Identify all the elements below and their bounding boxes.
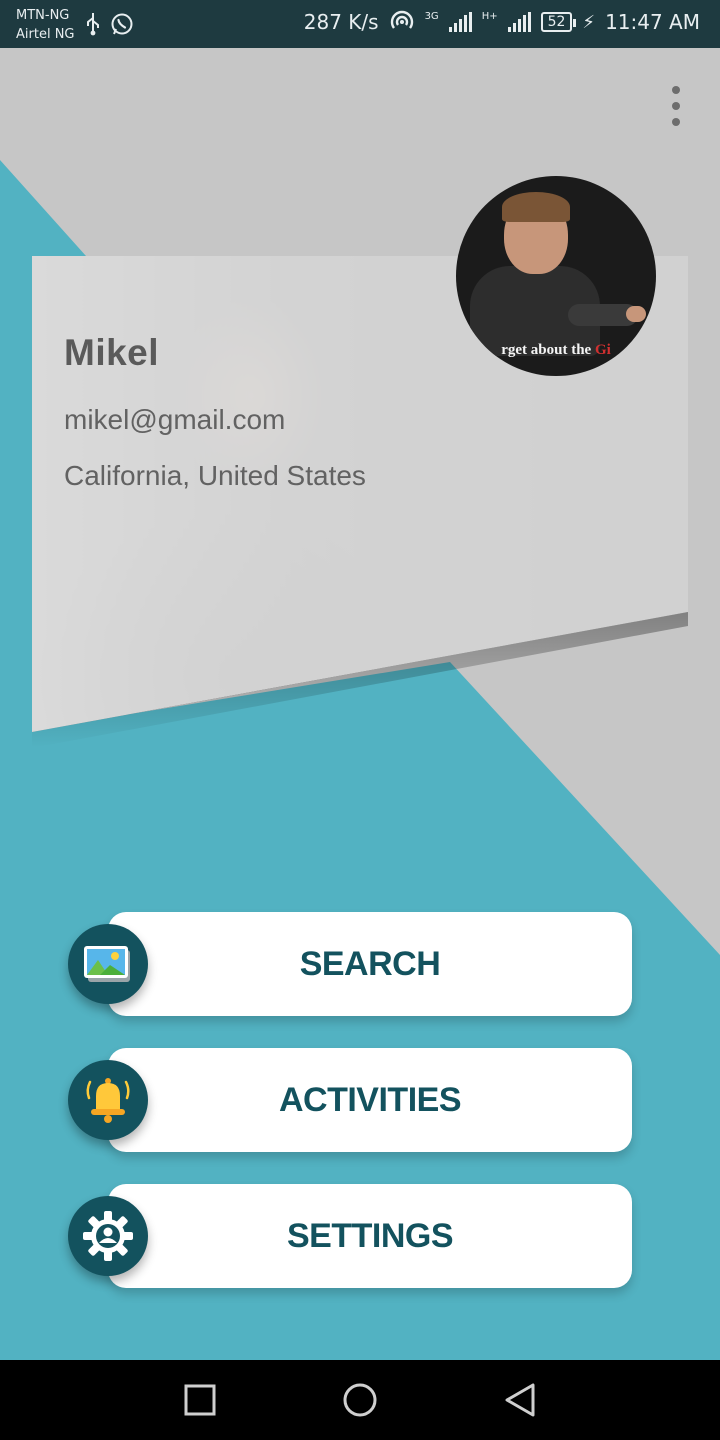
gear-icon[interactable]: [68, 1196, 148, 1276]
navigation-bar: [0, 1360, 720, 1440]
circle-icon: [343, 1383, 377, 1417]
avatar-caption: rget about the Gi: [501, 342, 611, 358]
back-triangle-icon: [505, 1383, 535, 1417]
activities-button[interactable]: ACTIVITIES: [108, 1048, 632, 1152]
settings-label: SETTINGS: [286, 1216, 454, 1255]
profile-name: Mikel: [64, 332, 160, 373]
overflow-menu-icon[interactable]: [664, 86, 688, 126]
profile-screen: MTN-NG Airtel NG 287 K/s 3G H+ 52 ⚡ 11:4…: [0, 0, 720, 1440]
bell-icon[interactable]: [68, 1060, 148, 1140]
profile-location: California, United States: [64, 460, 366, 491]
activities-label: ACTIVITIES: [278, 1080, 462, 1119]
settings-button[interactable]: SETTINGS: [108, 1184, 632, 1288]
menu-item-activities[interactable]: ACTIVITIES: [68, 1048, 634, 1152]
search-label: SEARCH: [299, 944, 441, 983]
square-icon: [184, 1384, 216, 1416]
profile-email: mikel@gmail.com: [64, 404, 286, 435]
menu-item-settings[interactable]: SETTINGS: [68, 1184, 634, 1288]
home-button[interactable]: [340, 1380, 380, 1420]
back-button[interactable]: [500, 1380, 540, 1420]
menu-item-search[interactable]: SEARCH: [68, 912, 634, 1016]
picture-icon[interactable]: [68, 924, 148, 1004]
recent-apps-button[interactable]: [180, 1380, 220, 1420]
search-button[interactable]: SEARCH: [108, 912, 632, 1016]
profile-avatar[interactable]: rget about the Gi: [456, 176, 656, 376]
